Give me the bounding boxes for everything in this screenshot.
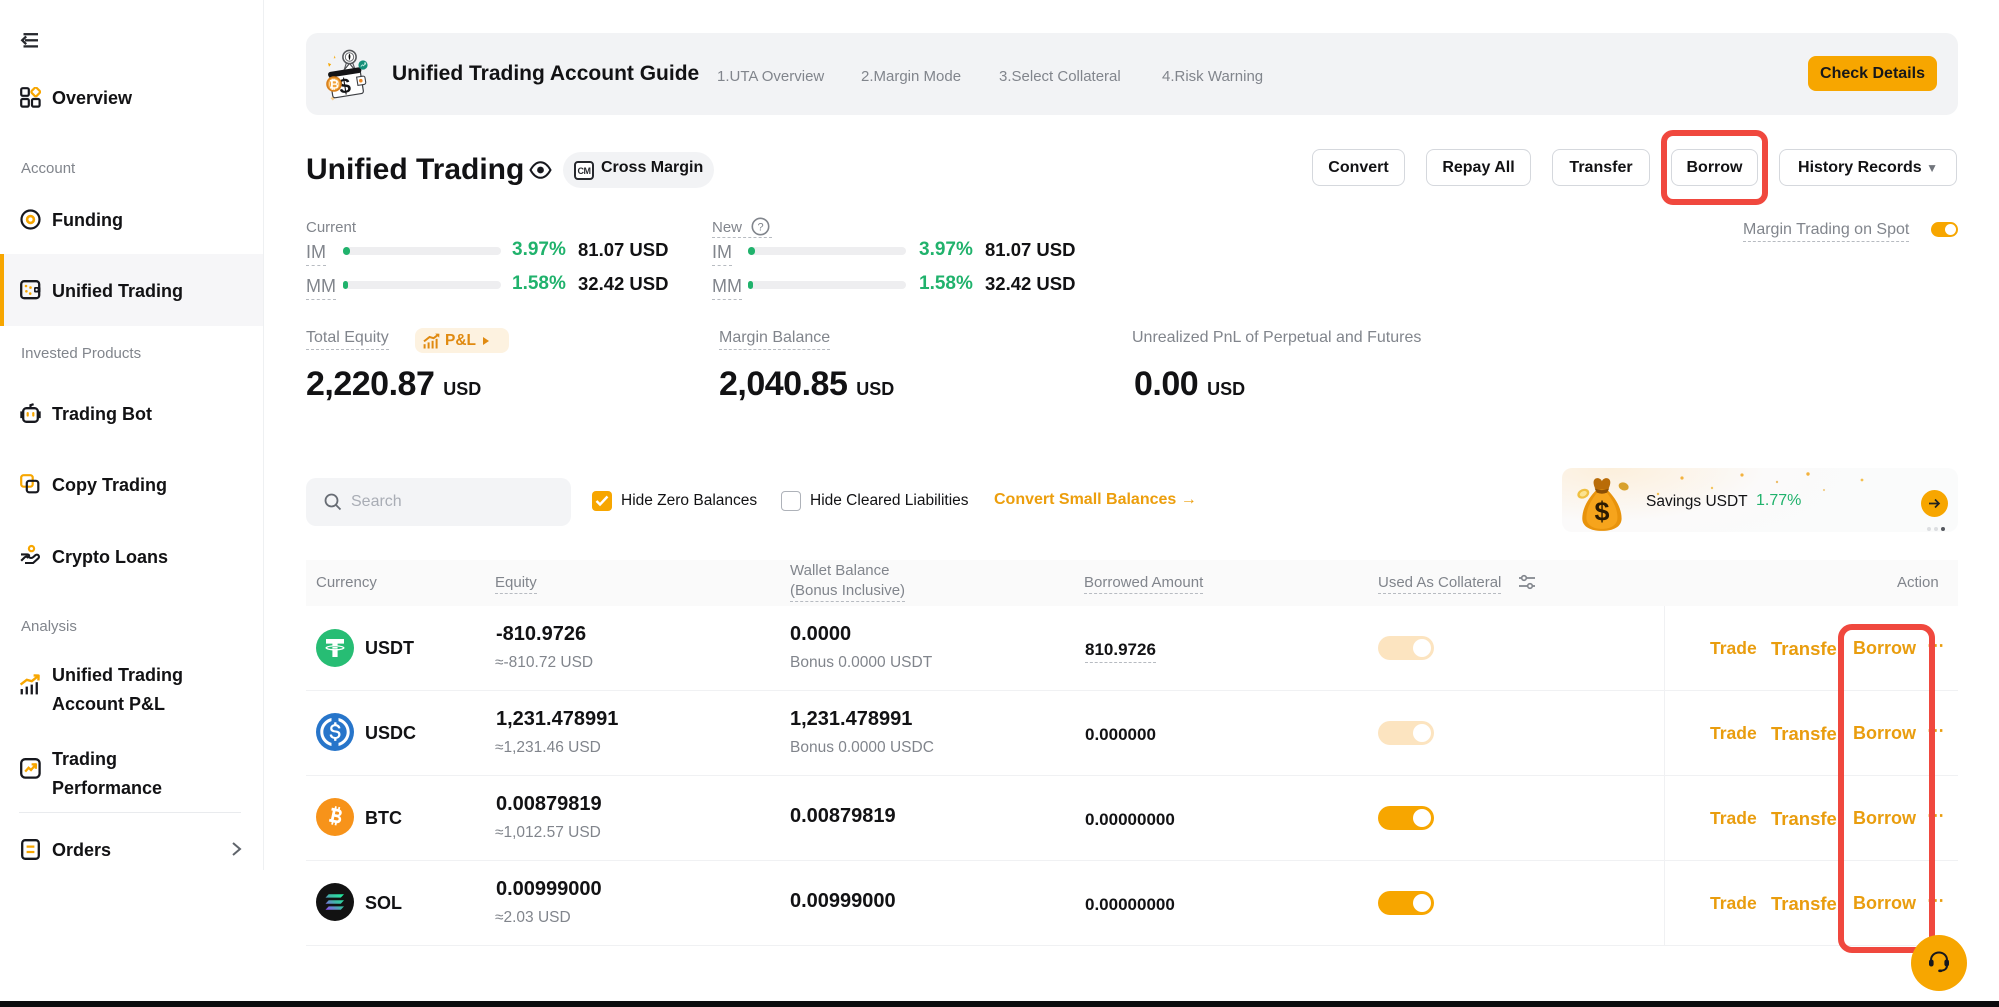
svg-text:?: ? [757, 222, 763, 234]
svg-text:$: $ [1594, 497, 1609, 527]
svg-text:₿: ₿ [329, 77, 339, 91]
